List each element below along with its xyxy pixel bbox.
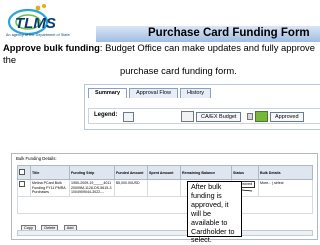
col-spent-amount: Spent Amount (147, 165, 181, 180)
logo-text: TLMS (15, 15, 56, 32)
table-header-row: Title Funding Strip Funded Amount Spent … (17, 165, 313, 180)
logo-tagline: An agency of the Department of State (6, 33, 70, 37)
lock-icon (247, 113, 253, 120)
row-title: Melina PCard Bulk Funding FY11 PMRA Purc… (30, 179, 70, 197)
select-all-checkbox[interactable] (19, 169, 25, 175)
pending-icon (123, 112, 134, 122)
details-table: Title Funding Strip Funded Amount Spent … (17, 165, 313, 214)
tab-summary[interactable]: Summary (88, 88, 128, 98)
horizontal-scrollbar[interactable] (17, 230, 313, 236)
col-title: Title (30, 165, 70, 180)
legend-label: Legend: (94, 112, 118, 118)
legend-approved: Approved (270, 112, 304, 122)
row-checkbox[interactable] (19, 181, 25, 187)
col-status: Status (231, 165, 259, 180)
tab-approval-flow[interactable]: Approval Flow (129, 88, 178, 98)
col-funding-strip: Funding Strip (69, 165, 115, 180)
flow-node-icon (181, 111, 194, 122)
slide-header: TLMS An agency of the Department of Stat… (0, 0, 320, 42)
details-title: Bulk Funding Details: (16, 156, 57, 161)
col-funded-amount: Funded Amount (114, 165, 148, 180)
col-bulk-details: Bulk Details (258, 165, 313, 180)
legend-row: Legend: CA/EX Budget Approved (88, 108, 320, 124)
legend-ca-ex-budget: CA/EX Budget (196, 112, 242, 122)
tab-bar: Summary Approval Flow History (88, 88, 212, 98)
slide-caption: Approve bulk funding: Budget Office can … (3, 42, 319, 77)
caption-line2: purchase card funding form. (120, 65, 237, 76)
row-spent-amount (147, 179, 181, 197)
caption-bold: Approve bulk funding (3, 42, 100, 53)
row-funded-amount: $5,000.00USD (114, 179, 148, 197)
approved-indicator-icon (255, 111, 268, 122)
col-remaining-balance: Remaining Balance (180, 165, 232, 180)
col-select (17, 165, 31, 180)
row-funding-strip: 1950-2009-19_____401120009M-1128-DS-5615… (69, 179, 115, 197)
callout-note: After bulk funding is approved, it will … (187, 181, 242, 244)
table-row: Melina PCard Bulk Funding FY11 PMRA Purc… (17, 179, 313, 197)
row-bulk-details-link[interactable]: More... | select (258, 179, 313, 197)
page-title: Purchase Card Funding Form (148, 27, 310, 39)
table-row-spacer (17, 195, 313, 214)
bulk-funding-details: Bulk Funding Details: Title Funding Stri… (11, 153, 318, 240)
tab-history[interactable]: History (179, 88, 212, 98)
